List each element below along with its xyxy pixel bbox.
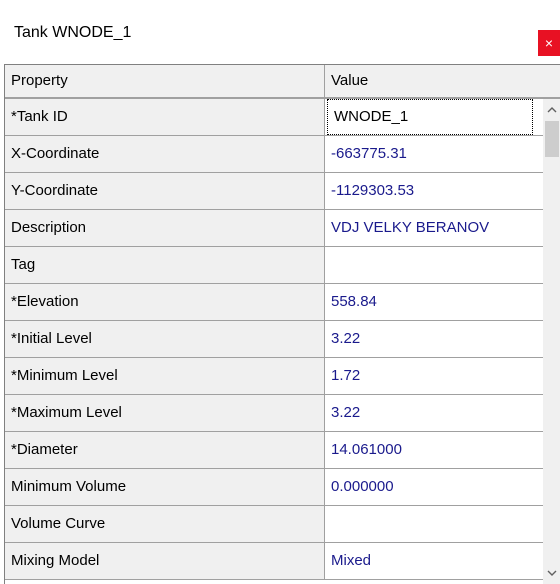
table-row[interactable]: Y-Coordinate -1129303.53	[5, 173, 560, 210]
property-value[interactable]: -1129303.53	[325, 173, 541, 209]
property-value[interactable]: 0.000000	[325, 469, 541, 505]
table-row[interactable]: *Elevation 558.84	[5, 284, 560, 321]
scroll-thumb[interactable]	[545, 121, 559, 157]
table-row[interactable]: X-Coordinate -663775.31	[5, 136, 560, 173]
scroll-down-button[interactable]	[543, 564, 560, 582]
vertical-scrollbar[interactable]	[543, 99, 560, 584]
header-property[interactable]: Property	[5, 65, 325, 97]
property-grid: Property Value *Tank ID WNODE_1 X-Coordi…	[4, 64, 560, 584]
table-row[interactable]: *Minimum Level 1.72	[5, 358, 560, 395]
table-row[interactable]: *Diameter 14.061000	[5, 432, 560, 469]
property-name: Volume Curve	[5, 506, 325, 542]
table-row[interactable]: *Initial Level 3.22	[5, 321, 560, 358]
table-row[interactable]: Minimum Volume 0.000000	[5, 469, 560, 506]
property-name: Y-Coordinate	[5, 173, 325, 209]
property-name: *Minimum Level	[5, 358, 325, 394]
titlebar: Tank WNODE_1 ×	[0, 0, 560, 62]
table-row[interactable]: Description VDJ VELKY BERANOV	[5, 210, 560, 247]
property-name: *Diameter	[5, 432, 325, 468]
property-value[interactable]: Mixed	[325, 543, 541, 579]
property-value[interactable]: 3.22	[325, 395, 541, 431]
property-name: *Elevation	[5, 284, 325, 320]
property-name: *Tank ID	[5, 99, 325, 135]
close-icon: ×	[544, 35, 554, 51]
property-value[interactable]: 558.84	[325, 284, 541, 320]
chevron-up-icon	[547, 107, 557, 113]
property-name: *Maximum Level	[5, 395, 325, 431]
grid-header: Property Value	[5, 65, 560, 99]
property-name: Description	[5, 210, 325, 246]
property-value[interactable]: VDJ VELKY BERANOV	[325, 210, 541, 246]
property-value[interactable]: 1.72	[325, 358, 541, 394]
property-value[interactable]: 14.061000	[325, 432, 541, 468]
table-row[interactable]: *Maximum Level 3.22	[5, 395, 560, 432]
tank-properties-window: Tank WNODE_1 × Property Value *Tank ID W…	[0, 0, 560, 584]
property-name: X-Coordinate	[5, 136, 325, 172]
property-value[interactable]: -663775.31	[325, 136, 541, 172]
tank-id-input[interactable]: WNODE_1	[327, 99, 533, 135]
property-value[interactable]	[325, 247, 541, 283]
chevron-down-icon	[547, 570, 557, 576]
table-row[interactable]: *Tank ID WNODE_1	[5, 99, 560, 136]
property-value[interactable]	[325, 506, 541, 542]
property-name: Tag	[5, 247, 325, 283]
property-name: Mixing Model	[5, 543, 325, 579]
scroll-up-button[interactable]	[543, 101, 560, 119]
table-row[interactable]: Tag	[5, 247, 560, 284]
property-name: *Initial Level	[5, 321, 325, 357]
property-value[interactable]: 3.22	[325, 321, 541, 357]
table-row[interactable]: Volume Curve	[5, 506, 560, 543]
table-row[interactable]: Mixing Model Mixed	[5, 543, 560, 580]
window-title: Tank WNODE_1	[14, 24, 132, 41]
close-button[interactable]: ×	[538, 30, 560, 56]
property-name: Minimum Volume	[5, 469, 325, 505]
header-value[interactable]: Value	[325, 65, 560, 97]
